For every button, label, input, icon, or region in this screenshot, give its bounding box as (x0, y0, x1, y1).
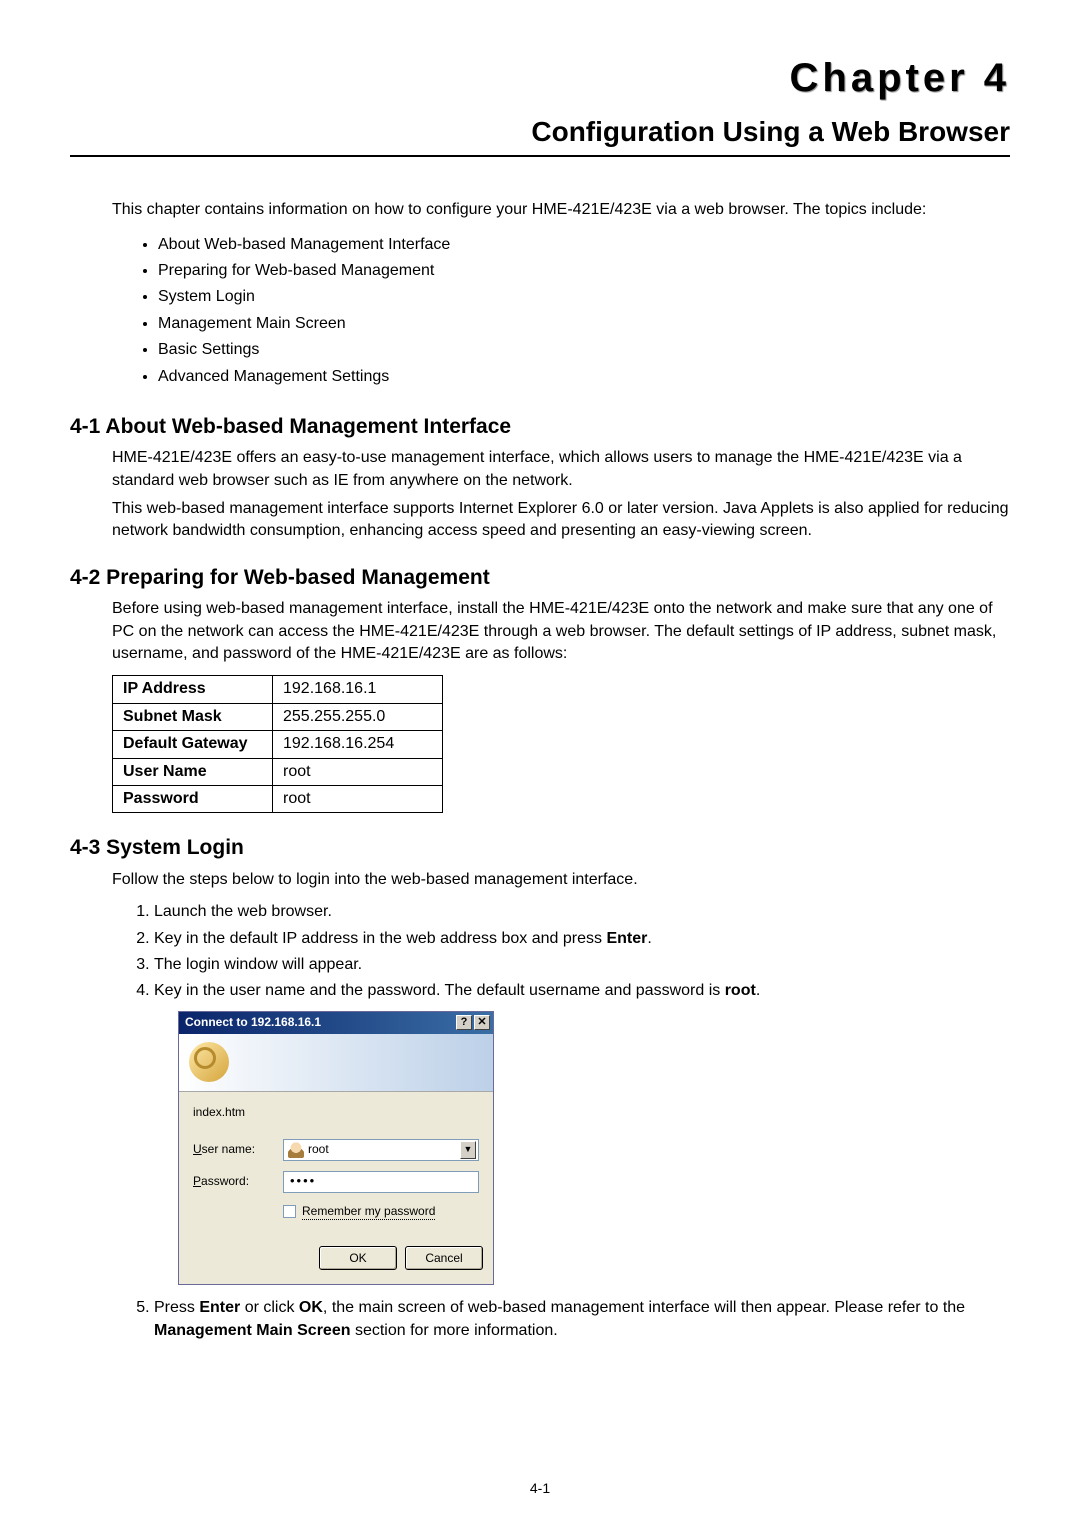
dialog-title: Connect to 192.168.16.1 (185, 1014, 321, 1031)
list-item: Preparing for Web-based Management (158, 260, 1010, 282)
step-bold: Management Main Screen (154, 1322, 351, 1339)
table-row: IP Address 192.168.16.1 (113, 676, 443, 703)
password-value: •••• (290, 1172, 316, 1190)
step-bold: Enter (606, 930, 647, 947)
table-row: User Name root (113, 758, 443, 785)
username-value: root (308, 1141, 456, 1158)
username-input[interactable]: root ▼ (283, 1139, 479, 1161)
label-rest: ser name: (202, 1142, 255, 1156)
dialog-header (179, 1034, 493, 1092)
step-text: section for more information. (351, 1322, 558, 1339)
step-item: Launch the web browser. (154, 901, 1010, 923)
step-text: Press (154, 1299, 199, 1316)
remember-password-checkbox[interactable]: Remember my password (283, 1203, 479, 1221)
chapter-title: Chapter 4 (70, 50, 1010, 106)
label-rest: assword: (201, 1174, 249, 1188)
step-item: Key in the user name and the password. T… (154, 980, 1010, 1285)
table-key: Default Gateway (113, 731, 273, 758)
table-value: 192.168.16.1 (273, 676, 443, 703)
underline-letter: U (193, 1142, 202, 1156)
step-item: Key in the default IP address in the web… (154, 928, 1010, 950)
file-label: index.htm (193, 1104, 479, 1121)
step-text: or click (240, 1299, 299, 1316)
underline-letter: R (302, 1204, 311, 1218)
close-button[interactable]: ✕ (474, 1015, 490, 1030)
checkbox-icon (283, 1205, 296, 1218)
steps-list: Launch the web browser. Key in the defau… (136, 901, 1010, 1342)
list-item: Management Main Screen (158, 313, 1010, 335)
password-input[interactable]: •••• (283, 1171, 479, 1193)
step-item: Press Enter or click OK, the main screen… (154, 1297, 1010, 1342)
help-button[interactable]: ? (456, 1015, 472, 1030)
body-text: Before using web-based management interf… (112, 598, 1010, 665)
list-item: Advanced Management Settings (158, 366, 1010, 388)
step-bold: OK (299, 1299, 323, 1316)
body-text: HME-421E/423E offers an easy-to-use mana… (112, 447, 1010, 492)
table-value: 192.168.16.254 (273, 731, 443, 758)
table-row: Subnet Mask 255.255.255.0 (113, 703, 443, 730)
table-value: root (273, 786, 443, 813)
table-key: Subnet Mask (113, 703, 273, 730)
chevron-down-icon[interactable]: ▼ (460, 1141, 476, 1159)
body-text: Follow the steps below to login into the… (112, 869, 1010, 891)
topics-list: About Web-based Management Interface Pre… (138, 234, 1010, 388)
step-text: . (756, 982, 760, 999)
list-item: Basic Settings (158, 339, 1010, 361)
user-icon (288, 1142, 304, 1158)
ok-button[interactable]: OK (319, 1246, 397, 1270)
cancel-button[interactable]: Cancel (405, 1246, 483, 1270)
step-bold: root (725, 982, 756, 999)
section-4-2-title: 4-2 Preparing for Web-based Management (70, 563, 1010, 592)
password-label: Password: (193, 1173, 283, 1190)
table-row: Password root (113, 786, 443, 813)
page-number: 4-1 (530, 1479, 550, 1499)
intro-paragraph: This chapter contains information on how… (112, 199, 1010, 221)
keys-icon (189, 1042, 229, 1082)
list-item: About Web-based Management Interface (158, 234, 1010, 256)
table-key: IP Address (113, 676, 273, 703)
step-text: , the main screen of web-based managemen… (323, 1299, 965, 1316)
chapter-subtitle: Configuration Using a Web Browser (70, 112, 1010, 157)
step-text: . (647, 930, 651, 947)
defaults-table: IP Address 192.168.16.1 Subnet Mask 255.… (112, 675, 443, 813)
underline-letter: P (193, 1174, 201, 1188)
table-value: 255.255.255.0 (273, 703, 443, 730)
table-row: Default Gateway 192.168.16.254 (113, 731, 443, 758)
section-4-3-title: 4-3 System Login (70, 833, 1010, 862)
step-text: Key in the user name and the password. T… (154, 982, 725, 999)
step-text: Key in the default IP address in the web… (154, 930, 606, 947)
step-bold: Enter (199, 1299, 240, 1316)
section-4-1-title: 4-1 About Web-based Management Interface (70, 412, 1010, 441)
login-dialog: Connect to 192.168.16.1 ? ✕ index.htm (178, 1011, 494, 1286)
table-value: root (273, 758, 443, 785)
list-item: System Login (158, 286, 1010, 308)
step-item: The login window will appear. (154, 954, 1010, 976)
label-rest: emember my password (311, 1204, 436, 1218)
dialog-titlebar[interactable]: Connect to 192.168.16.1 ? ✕ (179, 1012, 493, 1034)
table-key: Password (113, 786, 273, 813)
table-key: User Name (113, 758, 273, 785)
body-text: This web-based management interface supp… (112, 498, 1010, 543)
username-label: User name: (193, 1141, 283, 1158)
